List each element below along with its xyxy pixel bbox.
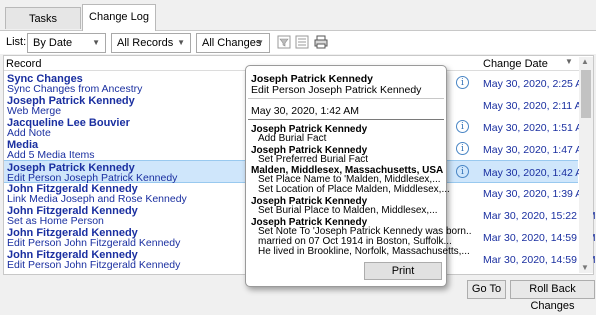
changes-select[interactable]: All Changes ▼ bbox=[196, 33, 270, 53]
column-header-record[interactable]: Record bbox=[6, 58, 41, 70]
info-icon[interactable]: i bbox=[456, 142, 469, 155]
tab-tasks[interactable]: Tasks bbox=[5, 7, 81, 29]
row-date: May 30, 2020, 1:47 AM bbox=[483, 144, 591, 156]
row-date: May 30, 2020, 1:39 AM bbox=[483, 188, 591, 200]
tab-change-log[interactable]: Change Log bbox=[82, 4, 156, 31]
detail-action: Set Burial Place to Malden, Middlesex,..… bbox=[258, 205, 438, 216]
scroll-down-icon[interactable]: ▼ bbox=[581, 263, 589, 272]
popup-divider bbox=[248, 98, 444, 99]
info-icon[interactable]: i bbox=[456, 165, 469, 178]
row-subtitle: Edit Person John Fitzgerald Kennedy bbox=[7, 259, 181, 271]
filter-icon[interactable] bbox=[277, 35, 291, 49]
row-date: May 30, 2020, 1:42 AM bbox=[483, 167, 591, 179]
list-by-select[interactable]: By Date ▼ bbox=[27, 33, 106, 53]
detail-action: Set Preferred Burial Fact bbox=[258, 154, 369, 165]
scrollbar-thumb[interactable] bbox=[581, 70, 591, 118]
roll-back-changes-button[interactable]: Roll Back Changes bbox=[510, 280, 595, 312]
chevron-down-icon: ▼ bbox=[256, 38, 264, 47]
list-label: List: bbox=[6, 36, 27, 48]
row-date: May 30, 2020, 1:51 AM bbox=[483, 122, 591, 134]
row-date: May 30, 2020, 2:11 AM bbox=[483, 100, 591, 112]
info-icon[interactable]: i bbox=[456, 76, 469, 89]
detail-action: Set Location of Place Malden, Middlesex,… bbox=[258, 184, 450, 195]
column-header-change-date[interactable]: Change Date bbox=[483, 58, 548, 70]
records-select[interactable]: All Records ▼ bbox=[111, 33, 191, 53]
records-value: All Records bbox=[117, 37, 174, 49]
list-by-value: By Date bbox=[33, 37, 73, 49]
detail-action: He lived in Brookline, Norfolk, Massachu… bbox=[258, 246, 470, 257]
info-icon[interactable]: i bbox=[456, 120, 469, 133]
popup-divider bbox=[248, 119, 444, 120]
chevron-down-icon: ▼ bbox=[92, 38, 100, 47]
changes-value: All Changes bbox=[202, 37, 262, 49]
scroll-up-icon[interactable]: ▲ bbox=[581, 57, 589, 66]
chevron-down-icon: ▼ bbox=[177, 38, 185, 47]
popup-date: May 30, 2020, 1:42 AM bbox=[251, 105, 359, 117]
detail-action: Add Burial Fact bbox=[258, 133, 327, 144]
go-to-button[interactable]: Go To bbox=[467, 280, 506, 299]
popup-subtitle: Edit Person Joseph Patrick Kennedy bbox=[251, 84, 422, 96]
filter-clear-icon[interactable] bbox=[295, 35, 309, 49]
print-button[interactable]: Print bbox=[364, 262, 442, 280]
row-date: May 30, 2020, 2:25 AM bbox=[483, 78, 591, 90]
print-icon[interactable] bbox=[314, 35, 328, 49]
sort-down-icon: ▼ bbox=[565, 57, 573, 66]
